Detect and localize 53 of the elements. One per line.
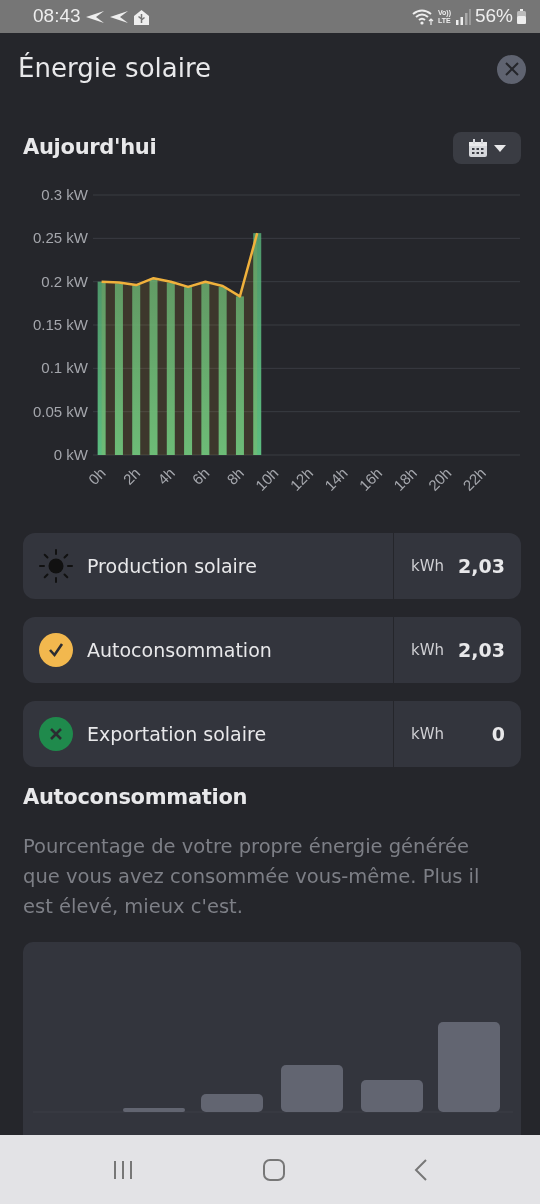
stat-label: Autoconsommation <box>87 637 272 663</box>
signal-icon <box>454 8 471 25</box>
axis-label: 0.15 kW <box>32 316 88 333</box>
axis-label: 18h <box>390 464 420 494</box>
dialog-title: Énergie solaire <box>18 53 212 85</box>
chart-bar <box>123 1108 185 1113</box>
unit-label: kWh <box>411 555 445 577</box>
axis-label: 0.3 kW <box>41 186 88 203</box>
description-text: Pourcentage de votre propre énergie générée que vous avez consommée vous-même. Plus il est élevé, mieux c'est. <box>23 834 481 921</box>
axis-label: 0.1 kW <box>41 359 88 377</box>
recent-apps-icon[interactable] <box>112 1158 135 1181</box>
axis-label: 22h <box>459 464 490 494</box>
unit-label: kWh <box>411 723 445 745</box>
stat-value: 2,03 <box>458 553 505 579</box>
clock: 08:43 <box>33 4 81 29</box>
axis-label: 2h <box>119 464 144 488</box>
battery-percent: 56% <box>474 4 513 29</box>
check-icon <box>39 633 73 667</box>
axis-label: 0.25 kW <box>32 229 88 247</box>
stat-value: 2,03 <box>458 637 505 663</box>
home-button-icon[interactable] <box>263 1158 285 1181</box>
axis-label: 0h <box>84 464 109 488</box>
stat-label: Exportation solaire <box>87 721 267 747</box>
section-title: Aujourd'hui <box>23 135 157 161</box>
axis-label: 0 kW <box>53 446 88 463</box>
axis-label: 6h <box>188 464 213 488</box>
axis-label: 8h <box>223 464 248 488</box>
date-picker-button[interactable] <box>453 132 521 164</box>
axis-label: 0.05 kW <box>32 402 88 420</box>
chart-bar <box>281 1065 343 1113</box>
axis-label: 16h <box>355 464 386 494</box>
sun-icon <box>39 549 73 583</box>
unit-label: kWh <box>411 639 445 661</box>
caret-icon <box>494 144 506 152</box>
axis-label: 14h <box>321 464 351 494</box>
stat-value: 0 <box>491 721 505 747</box>
wifi-icon <box>411 8 434 25</box>
calendar-icon <box>468 138 488 158</box>
stat-label: Production solaire <box>87 553 257 579</box>
close-button[interactable] <box>497 54 526 84</box>
back-icon[interactable] <box>413 1158 428 1181</box>
close-icon <box>504 62 519 76</box>
chart-bar <box>201 1094 263 1113</box>
cross-icon <box>39 717 73 751</box>
battery-icon <box>517 9 526 24</box>
axis-label: 4h <box>154 464 178 488</box>
home-icon <box>132 8 150 25</box>
axis-label: 10h <box>251 464 282 494</box>
chart-bar <box>361 1080 423 1113</box>
section-title: Autoconsommation <box>23 785 249 811</box>
axis-label: 12h <box>286 464 317 494</box>
axis-label: 20h <box>424 464 455 494</box>
axis-label: 0.2 kW <box>41 272 88 290</box>
